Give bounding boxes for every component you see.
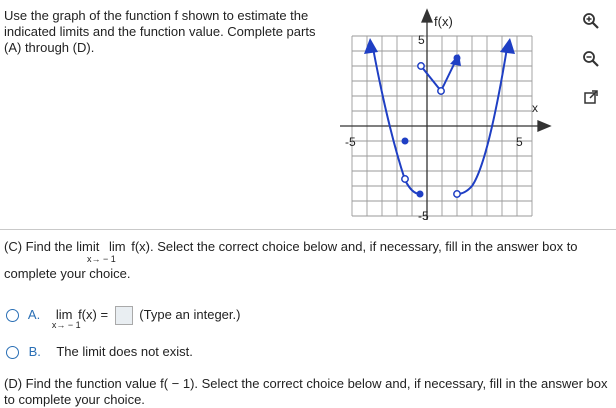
choice-b[interactable]: B. The limit does not exist. [6,344,193,360]
choice-a-letter: A. [27,306,41,322]
open-point [437,87,445,95]
part-d-line-1: (D) Find the function value f( − 1). Sel… [4,376,608,391]
zoom-in-button[interactable] [578,8,604,34]
filled-point [401,137,409,145]
filled-point [453,54,461,62]
part-c-question: (C) Find the limit lim x→ − 1 f(x). Sele… [4,238,612,282]
part-d-question: (D) Find the function value f( − 1). Sel… [4,376,614,408]
open-point [417,62,425,70]
zoom-in-icon [583,13,599,29]
popout-icon [584,90,598,104]
zoom-out-icon [583,51,599,67]
question-prompt: Use the graph of the function f shown to… [4,8,322,56]
y-tick-bottom: -5 [418,209,429,223]
prompt-line-1: Use the graph of the function f shown to… [4,8,309,23]
section-divider [0,229,616,230]
choice-a-hint: (Type an integer.) [139,306,241,322]
prompt-line-3: (A) through (D). [4,40,95,55]
open-point [401,175,409,183]
choice-a[interactable]: A. lim x→ − 1 f(x) = (Type an integer.) [6,306,241,330]
limit-notation: lim x→ − 1 [87,238,126,264]
left-arrowhead [364,38,378,54]
choice-a-expression: f(x) = [78,306,109,322]
zoom-out-button[interactable] [578,46,604,72]
part-c-line-1: (C) Find the limit lim x→ − 1 f(x). Sele… [4,238,612,264]
lim-subscript: x→ − 1 [86,254,116,264]
y-axis-label: f(x) [434,14,453,29]
prompt-line-2: indicated limits and the function value.… [4,24,316,39]
lim-subscript: x→ − 1 [51,319,81,330]
open-point [453,190,461,198]
part-c-text-before: (C) Find the limit [4,239,100,254]
lim-expression: f(x). [131,239,154,254]
filled-point [416,190,424,198]
x-axis-label: x [532,101,538,115]
radio-choice-b[interactable] [6,346,19,360]
x-tick-pos: 5 [516,135,523,149]
part-d-line-2: to complete your choice. [4,392,145,407]
x-tick-neg: -5 [345,135,356,149]
choice-b-text: The limit does not exist. [56,344,193,359]
choice-a-limit: lim x→ − 1 [52,307,81,330]
answer-input-box[interactable] [114,306,133,325]
function-graph: f(x) x -5 5 5 -5 [340,8,552,223]
y-tick-top: 5 [418,33,425,47]
part-c-text-after: Select the correct choice below and, if … [157,239,578,254]
choice-b-letter: B. [28,344,41,359]
radio-choice-a[interactable] [6,309,19,322]
popout-button[interactable] [578,84,604,110]
